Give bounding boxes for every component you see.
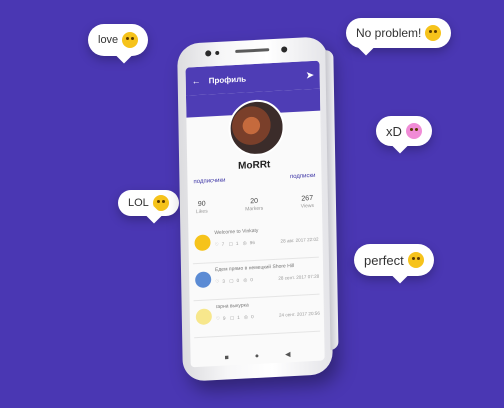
stat-label: Views (300, 202, 315, 210)
secondary-camera-icon (281, 46, 288, 53)
perfect-bubble-text: perfect (364, 252, 404, 268)
follow-links: подписчики подписки (193, 173, 315, 185)
lol-bubble-text: LOL (128, 197, 149, 209)
comment-count: 1 (237, 314, 240, 320)
phone-mockup: ← Профиль ➤ MoRRt подписчики подписки 90… (177, 36, 339, 382)
stat-markers: 20 Markers (245, 198, 263, 213)
stat-label: Likes (195, 208, 208, 216)
profile-stats: 90 Likes 20 Markers 267 Views (196, 195, 314, 215)
stat-label: Markers (245, 205, 264, 213)
smile-emoji-icon (425, 25, 442, 41)
heart-icon: ♡ (215, 278, 220, 285)
back-icon[interactable]: ◀ (285, 350, 291, 358)
eye-icon: ◎ (243, 277, 248, 283)
love-bubble-text: love (98, 34, 119, 46)
post-text: Welcome to Vinkaty (214, 227, 259, 237)
avatar[interactable] (228, 98, 286, 158)
heart-icon: ♡ (214, 241, 219, 248)
stat-value: 267 (301, 194, 314, 203)
front-camera-icon (205, 50, 212, 57)
post-date: 24 сент. 2017 20:56 (278, 310, 320, 318)
subscriptions-link[interactable]: подписки (290, 173, 316, 180)
recents-icon[interactable]: ■ (225, 354, 229, 361)
view-count: 96 (249, 240, 255, 246)
no-problem-bubble: No problem! (346, 18, 452, 56)
perfect-bubble: perfect (354, 244, 434, 284)
eye-icon: ◎ (243, 314, 249, 320)
comment-icon: ▢ (229, 278, 234, 284)
post-feed: Welcome to Vinkaty ♡ 7 ▢ 1 ◎ 96 28 авг. 201… (192, 220, 321, 339)
lol-bubble: LOL (118, 190, 179, 224)
love-bubble: love (88, 24, 149, 64)
stat-likes: 90 Likes (196, 200, 208, 215)
sensor-icon (215, 50, 220, 56)
android-nav-bar: ■ ● ◀ (190, 344, 324, 367)
stat-value: 20 (250, 197, 259, 206)
send-icon[interactable]: ➤ (306, 69, 314, 80)
avatar (195, 271, 212, 289)
comment-count: 0 (236, 277, 240, 283)
xd-bubble: xD (376, 116, 432, 154)
home-icon[interactable]: ● (255, 352, 259, 359)
grinning-emoji-icon (407, 252, 424, 268)
app-screen: ← Профиль ➤ MoRRt подписчики подписки 90… (185, 60, 325, 368)
poop-emoji-icon (405, 123, 422, 139)
view-count: 0 (250, 277, 254, 283)
view-count: 0 (251, 314, 254, 320)
avatar (194, 234, 211, 252)
avatar (195, 308, 212, 326)
comment-icon: ▢ (229, 315, 235, 321)
speaker-grille (235, 48, 270, 54)
heart-icon: ♡ (215, 315, 221, 322)
list-item[interactable]: гарна выкуpка ♡ 9 ▢ 1 ◎ 0 24 сент. 2017 20:… (193, 294, 321, 339)
stat-value: 90 (197, 200, 206, 208)
like-count: 7 (221, 241, 225, 247)
page-title: Профиль (208, 73, 247, 85)
comment-icon: ▢ (228, 241, 233, 247)
heart-eyes-emoji-icon (122, 32, 139, 48)
like-count: 3 (222, 278, 225, 284)
like-count: 9 (222, 315, 226, 321)
username: MoRRt (238, 159, 271, 172)
back-arrow-icon[interactable]: ← (192, 76, 201, 86)
comment-count: 1 (235, 240, 239, 247)
post-date: 28 авг. 2017 22:02 (280, 236, 319, 244)
stat-views: 267 Views (301, 195, 314, 210)
post-date: 28 сент. 2017 07:28 (278, 273, 320, 281)
subscribers-link[interactable]: подписчики (193, 178, 225, 186)
eye-icon: ◎ (242, 240, 247, 246)
